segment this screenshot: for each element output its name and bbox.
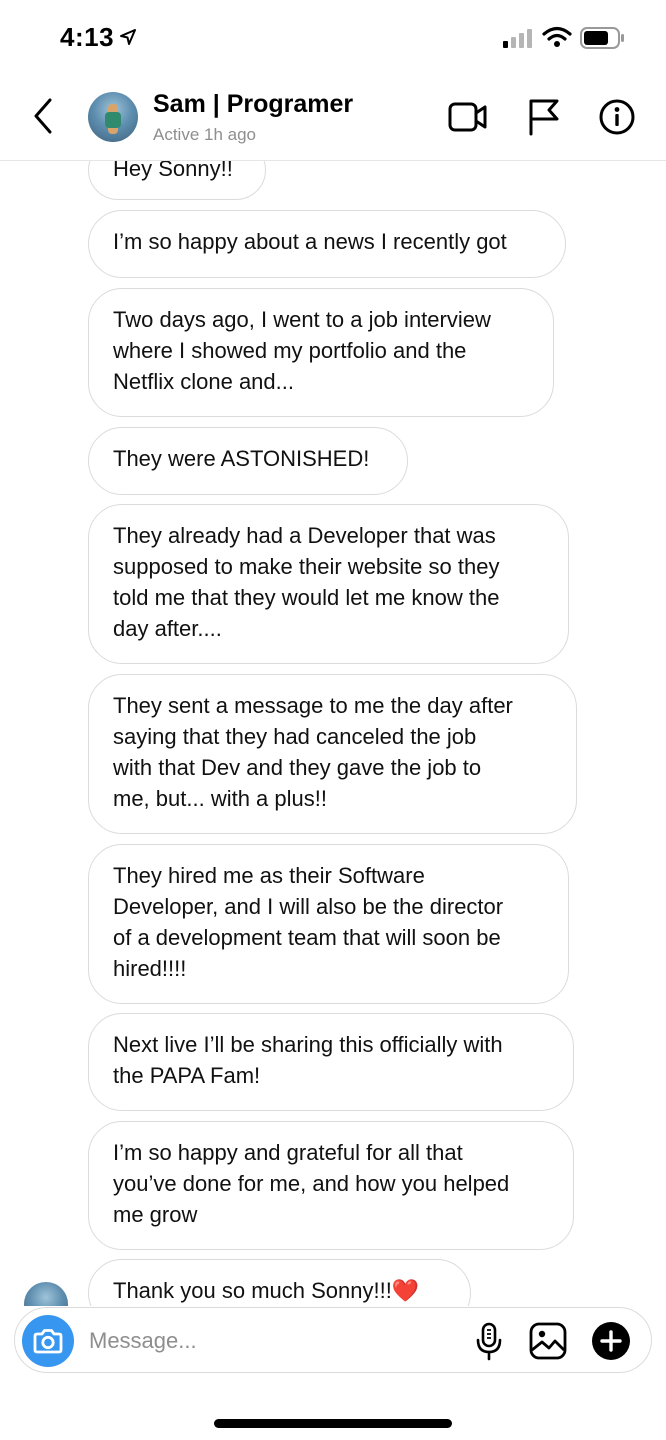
message-input[interactable] [87, 1322, 451, 1360]
active-status: Active 1h ago [153, 125, 257, 144]
status-bar: 4:13 [0, 0, 666, 76]
avatar-shirt [105, 112, 121, 128]
microphone-icon[interactable] [473, 1322, 505, 1362]
info-icon[interactable] [598, 98, 636, 136]
clock-time: 4:13 [60, 22, 115, 52]
message-bubble[interactable]: They already had a Developer that was su… [88, 504, 569, 664]
message-bubble[interactable]: I’m so happy and grateful for all that y… [88, 1121, 574, 1250]
contact-name[interactable]: Sam | Programer [153, 90, 353, 119]
message-bubble[interactable]: They were ASTONISHED! [88, 427, 408, 495]
message-bubble[interactable]: Hey Sonny!! [88, 161, 266, 200]
camera-button[interactable] [22, 1315, 74, 1367]
message-bubble[interactable]: They hired me as their Software Develope… [88, 844, 569, 1004]
flag-icon[interactable] [527, 98, 561, 136]
message-bubble[interactable]: Two days ago, I went to a job interview … [88, 288, 554, 417]
plus-circle-icon[interactable] [591, 1321, 631, 1361]
cellular-signal-icon [503, 29, 532, 48]
chevron-left-icon[interactable] [30, 96, 56, 136]
battery-icon [580, 27, 624, 49]
home-indicator [214, 1419, 452, 1428]
message-bubble[interactable]: I’m so happy about a news I recently got [88, 210, 566, 278]
message-bubble[interactable]: Next live I’ll be sharing this officiall… [88, 1013, 574, 1111]
image-icon[interactable] [529, 1322, 567, 1360]
message-bubble[interactable]: They sent a message to me the day after … [88, 674, 577, 834]
message-bubble[interactable]: Thank you so much Sonny!!!❤️ [88, 1259, 471, 1306]
wifi-icon [542, 26, 572, 47]
message-composer [14, 1307, 652, 1373]
video-camera-icon[interactable] [448, 100, 488, 134]
message-list[interactable]: Hey Sonny!! I’m so happy about a news I … [0, 161, 666, 1306]
sender-avatar[interactable] [24, 1282, 68, 1306]
camera-icon [33, 1329, 63, 1354]
avatar[interactable] [88, 92, 138, 142]
location-arrow-icon [120, 29, 136, 45]
chat-header: Sam | Programer Active 1h ago [0, 76, 666, 161]
